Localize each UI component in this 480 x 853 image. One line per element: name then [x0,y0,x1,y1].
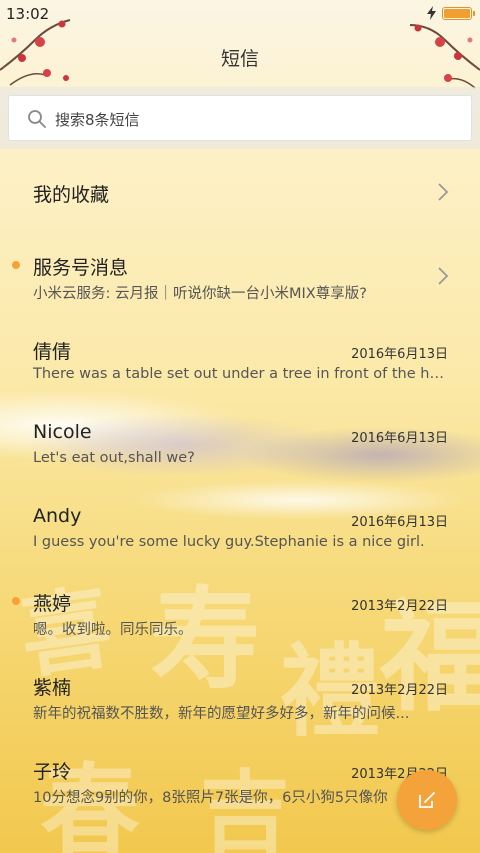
unread-dot [12,597,20,605]
conversation-preview: I guess you're some lucky guy.Stephanie … [33,534,425,550]
conversation-preview: 新年的祝福数不胜数，新年的愿望好多好多，新年的问候... [33,706,410,722]
search-placeholder: 搜索8条短信 [55,111,140,129]
search-icon [28,110,46,128]
conversation-name: 紫楠 [33,677,72,699]
conversation-preview: 嗯。收到啦。同乐同乐。 [33,622,193,638]
conversation-row[interactable]: 燕婷 2013年2月22日 嗯。收到啦。同乐同乐。 [0,570,480,654]
conversation-preview: 10分想念9别的你，8张照片7张是你，6只小狗5只像你 [33,790,388,806]
status-bar: 13:02 [0,0,480,28]
unread-dot [12,261,20,269]
conversation-row[interactable]: Andy 2016年6月13日 I guess you're some luck… [0,486,480,570]
conversation-name: Nicole [33,421,92,443]
favorites-label: 我的收藏 [33,184,110,206]
charging-bolt-icon [427,6,436,20]
conversation-name: 倩倩 [33,341,72,363]
conversation-name: 服务号消息 [33,257,129,279]
conversation-row[interactable]: Nicole 2016年6月13日 Let's eat out,shall we… [0,402,480,486]
search-bar: 搜索8条短信 [0,87,480,149]
compose-icon [419,792,435,808]
page-title: 短信 [220,48,259,70]
conversation-date: 2016年6月13日 [351,431,448,446]
battery-icon [442,6,475,20]
conversation-row[interactable]: 紫楠 2013年2月22日 新年的祝福数不胜数，新年的愿望好多好多，新年的问候.… [0,654,480,738]
conversation-date: 2016年6月13日 [351,515,448,530]
conversation-name: Andy [33,505,82,527]
status-time: 13:02 [6,5,50,23]
conversation-preview: 小米云服务: 云月报｜听说你缺一台小米MIX尊享版? [33,286,367,302]
service-messages-row[interactable]: 服务号消息 小米云服务: 云月报｜听说你缺一台小米MIX尊享版? [0,234,480,318]
conversation-name: 燕婷 [33,593,72,615]
conversation-preview: There was a table set out under a tree i… [33,366,451,382]
conversation-date: 2016年6月13日 [351,347,448,362]
conversation-preview: Let's eat out,shall we? [33,450,195,466]
search-input[interactable]: 搜索8条短信 [8,95,472,141]
conversation-row[interactable]: 倩倩 2016年6月13日 There was a table set out … [0,318,480,402]
chevron-right-icon [438,267,449,285]
battery-level [444,8,470,18]
header: 短信 [0,28,480,86]
conversation-date: 2013年2月22日 [351,599,448,614]
favorites-row[interactable]: 我的收藏 [0,150,480,234]
chevron-right-icon [438,183,449,201]
compose-button[interactable] [397,770,457,830]
conversation-date: 2013年2月22日 [351,683,448,698]
conversation-name: 子玲 [33,761,72,783]
